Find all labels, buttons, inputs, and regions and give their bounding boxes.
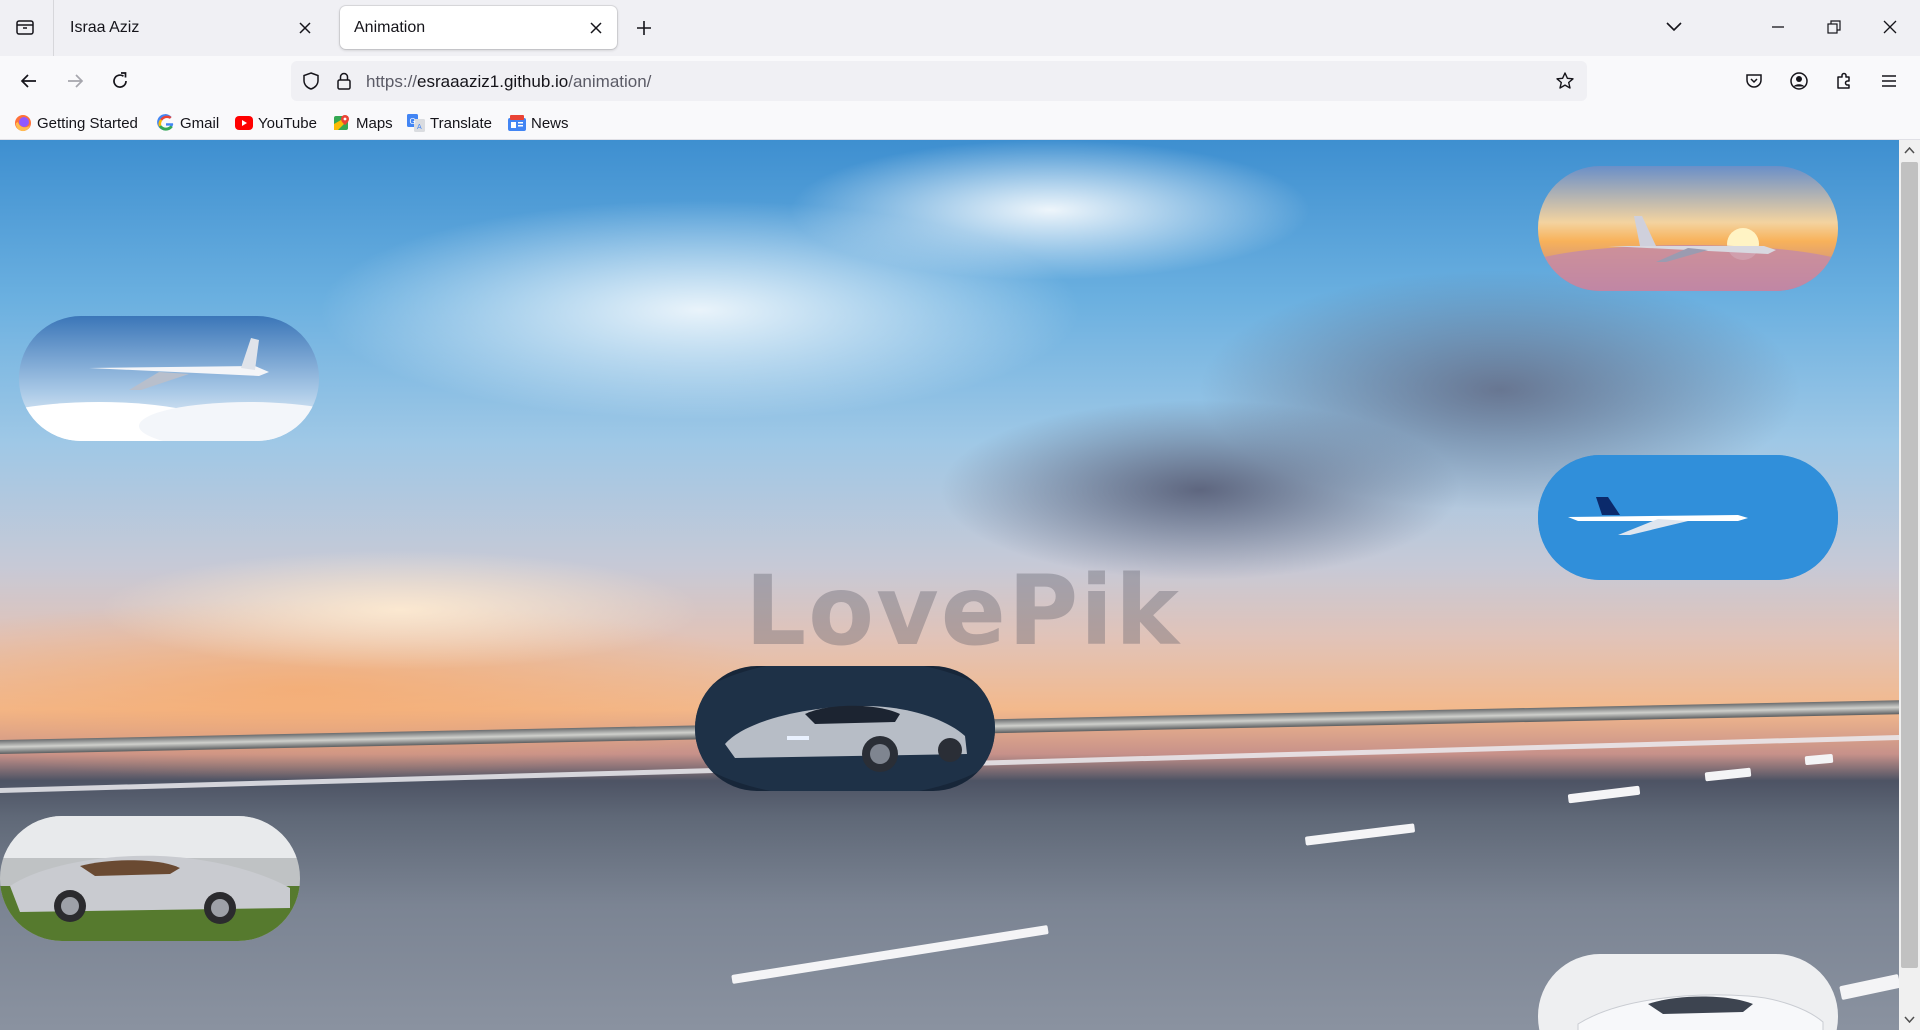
svg-text:G: G bbox=[410, 117, 416, 126]
tab-animation[interactable]: Animation bbox=[340, 6, 617, 49]
youtube-icon bbox=[235, 114, 253, 132]
back-button[interactable] bbox=[11, 63, 47, 99]
url-path: /animation/ bbox=[568, 72, 652, 91]
browser-window: Israa Aziz Animation https://esraaaziz1.… bbox=[0, 0, 1920, 1030]
bookmark-getting-started[interactable]: Getting Started bbox=[14, 112, 138, 134]
bookmark-gmail[interactable]: Gmail bbox=[157, 112, 219, 134]
lane-marking bbox=[1804, 753, 1834, 766]
lock-icon[interactable] bbox=[333, 70, 355, 92]
bookmark-youtube[interactable]: YouTube bbox=[235, 112, 317, 134]
bookmark-maps[interactable]: Maps bbox=[333, 112, 393, 134]
vertical-scrollbar[interactable] bbox=[1899, 140, 1920, 1030]
bookmark-label: Maps bbox=[356, 114, 393, 132]
arrow-right-icon bbox=[68, 74, 84, 88]
url-host: esraaaziz1.github.io bbox=[417, 72, 569, 91]
scroll-thumb[interactable] bbox=[1901, 162, 1918, 968]
close-icon bbox=[590, 22, 602, 34]
bookmark-translate[interactable]: GA Translate bbox=[407, 112, 492, 134]
bookmark-label: Getting Started bbox=[37, 114, 138, 132]
lane-marking bbox=[1567, 785, 1641, 804]
translate-icon: GA bbox=[407, 114, 425, 132]
egyptair-plane-image bbox=[1538, 455, 1838, 580]
url-text[interactable]: https://esraaaziz1.github.io/animation/ bbox=[366, 72, 651, 92]
restore-icon bbox=[1827, 20, 1841, 34]
tab-title: Israa Aziz bbox=[70, 19, 140, 36]
sports-car-image bbox=[695, 666, 995, 791]
chevron-down-icon bbox=[1666, 22, 1682, 32]
arrow-left-icon bbox=[20, 74, 36, 88]
tab-list-button[interactable] bbox=[8, 10, 42, 44]
minimize-icon bbox=[1772, 26, 1784, 28]
lane-marking bbox=[1839, 973, 1899, 1001]
lane-marking bbox=[731, 925, 1049, 984]
close-tab-button[interactable] bbox=[292, 15, 318, 41]
close-window-button[interactable] bbox=[1868, 8, 1912, 46]
restore-button[interactable] bbox=[1812, 8, 1856, 46]
svg-text:A: A bbox=[417, 124, 422, 131]
tab-title: Animation bbox=[354, 19, 426, 36]
address-bar[interactable]: https://esraaaziz1.github.io/animation/ bbox=[291, 61, 1587, 101]
tab-israa-aziz[interactable]: Israa Aziz bbox=[56, 6, 326, 49]
navigation-toolbar: https://esraaaziz1.github.io/animation/ bbox=[0, 56, 1920, 106]
reload-icon bbox=[113, 72, 127, 88]
bookmark-news[interactable]: News bbox=[508, 112, 569, 134]
lane-marking bbox=[1704, 767, 1752, 782]
bookmark-label: YouTube bbox=[258, 114, 317, 132]
new-tab-button[interactable] bbox=[628, 12, 660, 44]
pocket-button[interactable] bbox=[1736, 63, 1772, 99]
bookmark-star-icon[interactable] bbox=[1554, 70, 1576, 92]
tab-separator bbox=[53, 0, 54, 56]
bookmark-label: Translate bbox=[430, 114, 492, 132]
bookmark-label: News bbox=[531, 114, 569, 132]
airplane-sunset-image bbox=[1538, 166, 1838, 291]
minimize-button[interactable] bbox=[1756, 8, 1800, 46]
list-all-tabs-button[interactable] bbox=[1652, 8, 1696, 46]
tracking-protection-shield-icon[interactable] bbox=[300, 70, 322, 92]
tab-strip: Israa Aziz Animation bbox=[0, 0, 1920, 56]
scroll-down-arrow-icon[interactable] bbox=[1903, 1013, 1916, 1026]
white-car-image bbox=[1538, 954, 1838, 1030]
hamburger-menu-icon bbox=[1882, 75, 1896, 87]
tab-list-icon bbox=[16, 20, 34, 35]
extensions-button[interactable] bbox=[1826, 63, 1862, 99]
account-button[interactable] bbox=[1781, 63, 1817, 99]
close-icon bbox=[299, 22, 311, 34]
firefox-icon bbox=[14, 114, 32, 132]
menu-button[interactable] bbox=[1871, 63, 1907, 99]
forward-button[interactable] bbox=[57, 63, 93, 99]
plus-icon bbox=[637, 21, 651, 35]
account-icon bbox=[1790, 72, 1808, 90]
airplane-clouds-image bbox=[19, 316, 319, 441]
puzzle-icon bbox=[1837, 72, 1850, 89]
convertible-car-image bbox=[0, 816, 300, 941]
scroll-up-arrow-icon[interactable] bbox=[1903, 144, 1916, 157]
pocket-icon bbox=[1746, 74, 1762, 88]
url-scheme: https:// bbox=[366, 72, 418, 91]
bookmark-label: Gmail bbox=[180, 114, 220, 132]
google-icon bbox=[157, 114, 175, 132]
lane-marking bbox=[1304, 823, 1416, 846]
bookmarks-toolbar: Getting Started Gmail YouTube Maps GA Tr… bbox=[0, 106, 1920, 140]
maps-icon bbox=[333, 114, 351, 132]
close-icon bbox=[1883, 20, 1897, 34]
news-icon bbox=[508, 114, 526, 132]
page-content: LovePik bbox=[0, 140, 1899, 1030]
watermark-text: LovePik bbox=[745, 555, 1181, 667]
reload-button[interactable] bbox=[102, 63, 138, 99]
close-tab-button[interactable] bbox=[583, 15, 609, 41]
